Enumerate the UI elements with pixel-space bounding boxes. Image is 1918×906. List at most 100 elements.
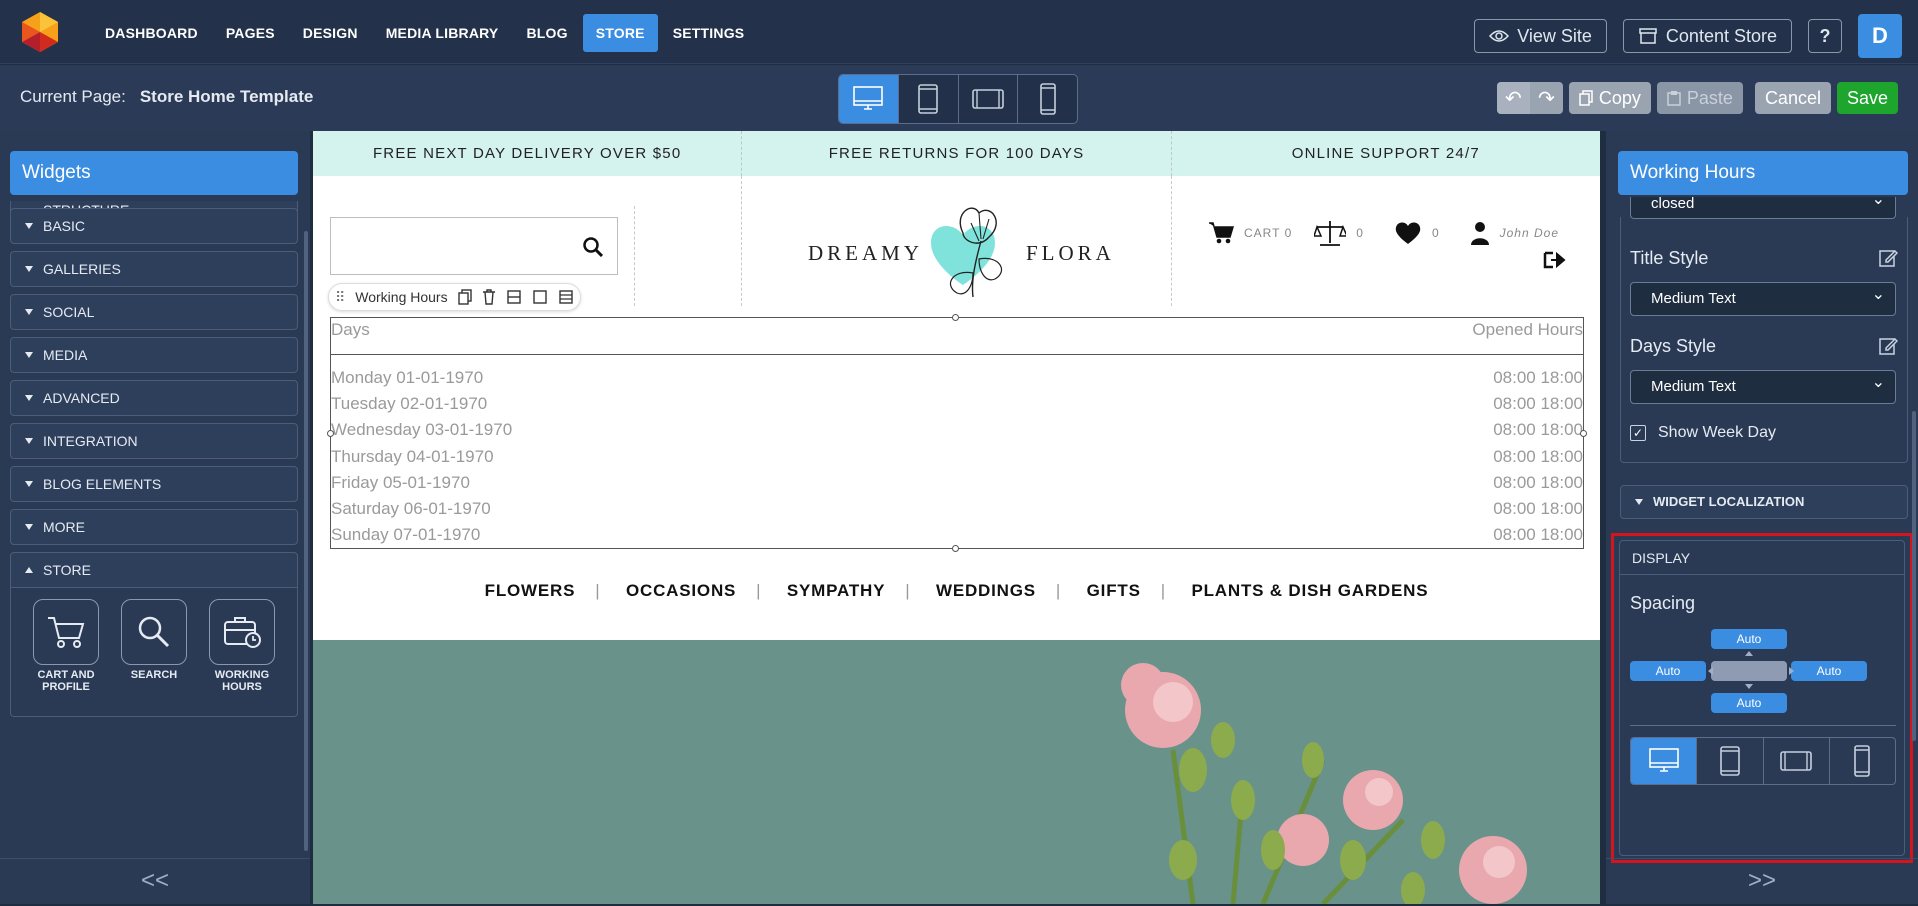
promo-delivery: FREE NEXT DAY DELIVERY OVER $50 — [313, 131, 743, 176]
container-icon[interactable] — [532, 289, 548, 305]
widget-search[interactable]: SEARCH — [119, 599, 189, 681]
category-advanced[interactable]: ADVANCED — [10, 380, 298, 416]
promo-support: ONLINE SUPPORT 24/7 — [1291, 145, 1480, 162]
view-site-button[interactable]: View Site — [1474, 19, 1607, 53]
spacing-left-input[interactable]: Auto — [1630, 661, 1706, 681]
category-social[interactable]: SOCIAL — [10, 294, 298, 330]
briefcase-clock-icon — [209, 599, 275, 665]
copy-button[interactable]: Copy — [1568, 82, 1651, 114]
settings-group — [1620, 217, 1908, 463]
store-search-input[interactable] — [330, 217, 618, 275]
resize-handle-right[interactable] — [1580, 430, 1587, 437]
nav-design[interactable]: DESIGN — [290, 14, 371, 52]
top-navbar: DASHBOARD PAGES DESIGN MEDIA LIBRARY BLO… — [0, 0, 1918, 64]
desktop-icon — [853, 86, 884, 110]
menu-plants[interactable]: PLANTS & DISH GARDENS — [1191, 581, 1428, 600]
display-title[interactable]: DISPLAY — [1620, 541, 1904, 575]
widget-working-hours[interactable]: WORKING HOURS — [207, 599, 277, 693]
widget-cart-and-profile[interactable]: CART AND PROFILE — [31, 599, 101, 693]
nav-media-library[interactable]: MEDIA LIBRARY — [373, 14, 512, 52]
desktop-icon — [1648, 748, 1679, 772]
tablet-icon — [918, 84, 938, 114]
device-switcher — [838, 74, 1078, 124]
cancel-button[interactable]: Cancel — [1754, 82, 1831, 114]
nav-pages[interactable]: PAGES — [213, 14, 288, 52]
left-scrollbar[interactable] — [304, 231, 308, 851]
drag-handle-icon[interactable]: ⠿ — [335, 289, 345, 306]
menu-sympathy[interactable]: SYMPATHY — [787, 581, 885, 600]
app-logo[interactable] — [18, 10, 62, 54]
cart-label[interactable]: CART 0 — [1244, 226, 1292, 240]
category-basic[interactable]: BASIC — [10, 208, 298, 244]
menu-weddings[interactable]: WEDDINGS — [936, 581, 1036, 600]
display-tablet-landscape-button[interactable] — [1764, 738, 1830, 784]
view-site-label: View Site — [1517, 26, 1592, 46]
desktop-view-button[interactable] — [839, 75, 899, 123]
content-store-button[interactable]: Content Store — [1622, 19, 1792, 53]
spacing-bottom-input[interactable]: Auto — [1711, 693, 1787, 713]
category-more[interactable]: MORE — [10, 509, 298, 545]
tablet-landscape-view-button[interactable] — [959, 75, 1019, 123]
paste-button[interactable]: Paste — [1656, 82, 1743, 114]
duplicate-icon[interactable] — [457, 289, 472, 305]
widget-toolbar: ⠿ Working Hours — [328, 283, 581, 311]
heart-icon[interactable] — [1394, 221, 1422, 245]
nav-store[interactable]: STORE — [582, 14, 658, 52]
menu-flowers[interactable]: FLOWERS — [485, 581, 576, 600]
main-nav: DASHBOARD PAGES DESIGN MEDIA LIBRARY BLO… — [92, 14, 757, 52]
copy-label: Copy — [1598, 87, 1641, 108]
spacing-top-input[interactable]: Auto — [1711, 629, 1787, 649]
undo-icon[interactable]: ↶ — [1496, 82, 1530, 114]
hours-day: Tuesday 02-01-1970 — [331, 394, 488, 413]
user-avatar[interactable]: D — [1858, 14, 1902, 58]
nav-settings[interactable]: SETTINGS — [660, 14, 758, 52]
working-hours-widget[interactable]: Days Opened Hours Monday 01-01-1970 08:00… — [327, 314, 1587, 552]
user-name: John Doe — [1499, 226, 1559, 240]
hours-time: 08:00 18:00 — [1493, 473, 1583, 492]
expand-right-button[interactable]: >> — [1606, 858, 1918, 906]
collapse-left-button[interactable]: << — [0, 858, 310, 906]
category-store[interactable]: STORE — [10, 552, 298, 588]
save-button[interactable]: Save — [1836, 82, 1898, 114]
column-icon[interactable] — [558, 289, 574, 305]
mobile-view-button[interactable] — [1018, 75, 1077, 123]
category-blog-elements[interactable]: BLOG ELEMENTS — [10, 466, 298, 502]
widget-toolbar-label: Working Hours — [355, 289, 448, 305]
spacing-right-input[interactable]: Auto — [1791, 661, 1867, 681]
display-tablet-button[interactable] — [1697, 738, 1764, 784]
nav-dashboard[interactable]: DASHBOARD — [92, 14, 211, 52]
category-integration[interactable]: INTEGRATION — [10, 423, 298, 459]
right-scrollbar[interactable] — [1912, 411, 1916, 741]
closed-text-input[interactable]: closed — [1630, 193, 1896, 219]
eye-icon — [1489, 30, 1510, 42]
help-button[interactable]: ? — [1808, 19, 1842, 53]
trash-icon[interactable] — [482, 289, 496, 305]
display-mobile-button[interactable] — [1830, 738, 1895, 784]
wishlist-count: 0 — [1431, 226, 1440, 240]
hours-divider — [331, 354, 1583, 355]
display-section: DISPLAY Spacing Auto Auto Auto Auto — [1619, 540, 1905, 856]
section-icon[interactable] — [506, 289, 522, 305]
display-section-highlight: DISPLAY Spacing Auto Auto Auto Auto — [1611, 533, 1913, 863]
compare-scale-icon[interactable] — [1314, 219, 1347, 247]
category-media[interactable]: MEDIA — [10, 337, 298, 373]
current-page-name: Store Home Template — [139, 87, 314, 106]
cart-icon[interactable] — [1208, 221, 1234, 245]
store-widgets: CART AND PROFILE SEARCH WORKING HOURS — [10, 587, 298, 717]
user-icon[interactable] — [1470, 221, 1490, 245]
resize-handle-left[interactable] — [327, 430, 334, 437]
widget-localization-section[interactable]: WIDGET LOCALIZATION — [1620, 485, 1908, 519]
display-desktop-button[interactable] — [1631, 738, 1698, 784]
search-icon — [121, 599, 187, 665]
search-icon[interactable] — [583, 237, 603, 257]
nav-blog[interactable]: BLOG — [513, 14, 580, 52]
logout-icon[interactable] — [1543, 249, 1567, 271]
category-galleries[interactable]: GALLERIES — [10, 251, 298, 287]
content-store-label: Content Store — [1665, 26, 1777, 46]
resize-handle-bottom[interactable] — [952, 545, 959, 552]
resize-handle-top[interactable] — [952, 314, 959, 321]
tablet-view-button[interactable] — [899, 75, 959, 123]
menu-occasions[interactable]: OCCASIONS — [626, 581, 736, 600]
redo-icon[interactable]: ↷ — [1530, 82, 1563, 114]
menu-gifts[interactable]: GIFTS — [1087, 581, 1141, 600]
